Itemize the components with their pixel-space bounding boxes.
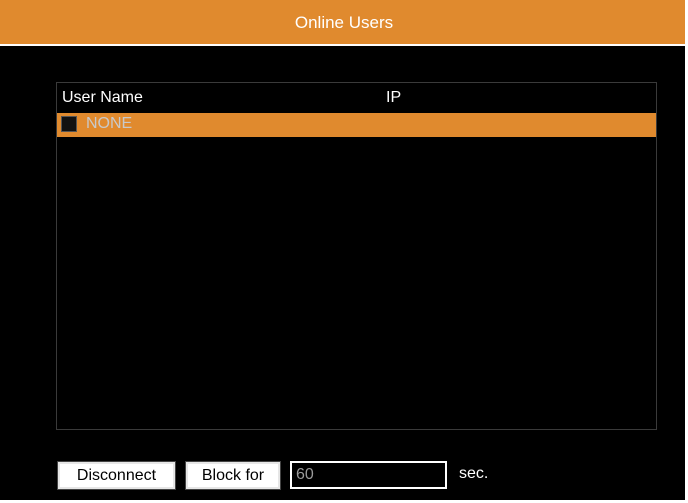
column-header-user-name: User Name	[62, 89, 143, 106]
block-duration-input[interactable]: 60	[290, 461, 447, 489]
online-users-list[interactable]: User Name IP NONE	[56, 82, 657, 430]
block-for-button[interactable]: Block for	[185, 461, 281, 490]
dialog-title: Online Users	[0, 0, 688, 46]
column-header-ip: IP	[386, 89, 402, 106]
user-name-cell: NONE	[86, 115, 133, 132]
disconnect-button[interactable]: Disconnect	[57, 461, 176, 490]
seconds-label: sec.	[459, 465, 489, 482]
online-users-dialog: Online Users User Name IP NONE Disconnec…	[0, 0, 688, 503]
row-checkbox[interactable]	[61, 116, 77, 132]
list-item[interactable]: NONE	[57, 113, 656, 137]
